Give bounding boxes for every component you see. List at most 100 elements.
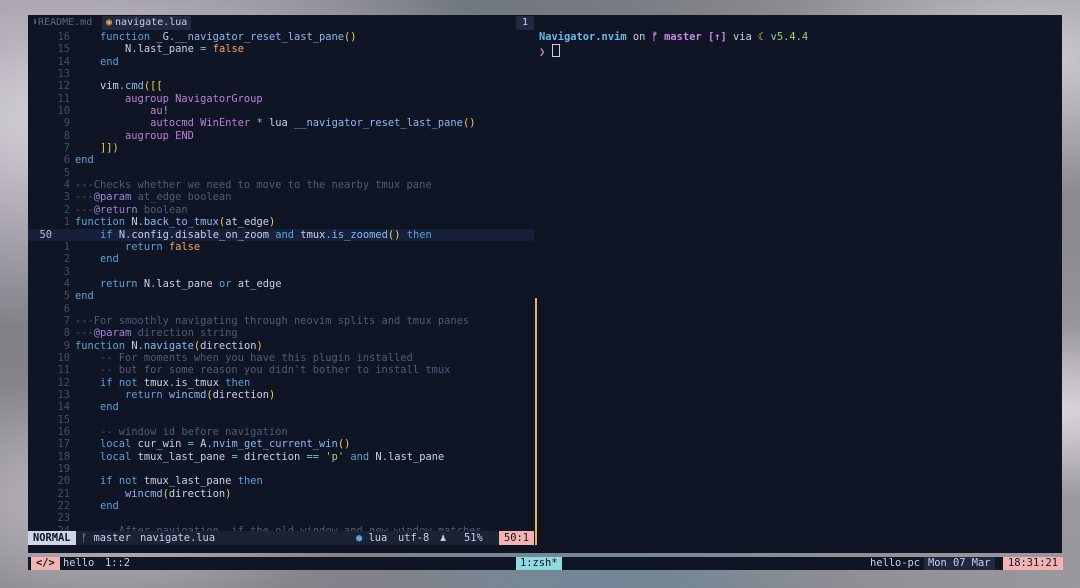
line-number: 4 bbox=[63, 179, 70, 192]
code-line[interactable]: 10 -- For moments when you have this plu… bbox=[28, 352, 534, 364]
line-number: 2 bbox=[63, 203, 70, 216]
line-text: if not tmux_last_pane then bbox=[100, 475, 263, 488]
line-number: 1 bbox=[63, 240, 70, 253]
code-line[interactable]: 3 bbox=[28, 266, 534, 278]
pane-divider[interactable] bbox=[535, 298, 537, 545]
line-text: local cur_win = A.nvim_get_current_win() bbox=[100, 438, 351, 451]
shell-branch: master bbox=[664, 31, 702, 43]
buffer-tab-readme[interactable]: ⬇README.md bbox=[28, 16, 96, 30]
lua-version: v5.4.4 bbox=[770, 31, 809, 43]
code-line[interactable]: 11 augroup NavigatorGroup bbox=[28, 93, 534, 105]
code-line[interactable]: 4 return N.last_pane or at_edge bbox=[28, 278, 534, 290]
line-number: 4 bbox=[63, 277, 70, 290]
code-line[interactable]: 7 ]]) bbox=[28, 142, 534, 154]
line-text: end bbox=[100, 401, 119, 414]
line-text: ---Checks whether we need to move to the… bbox=[75, 179, 432, 192]
line-number: 20 bbox=[57, 475, 70, 488]
ahead-indicator: [↑] bbox=[707, 31, 727, 43]
mode-indicator: NORMAL bbox=[28, 531, 76, 545]
line-number: 11 bbox=[57, 92, 70, 105]
line-text: -- but for some reason you didn't bother… bbox=[75, 364, 451, 377]
line-number: 15 bbox=[57, 413, 70, 426]
directory-name: Navigator.nvim bbox=[539, 31, 627, 43]
clock: 18:31:21 bbox=[1003, 557, 1064, 570]
line-text: augroup NavigatorGroup bbox=[125, 92, 263, 105]
code-editor[interactable]: 16 function _G.__navigator_reset_last_pa… bbox=[28, 31, 534, 537]
code-line[interactable]: 3 ---@param at_edge boolean bbox=[28, 191, 534, 203]
line-number: 1 bbox=[63, 216, 70, 229]
file-name: navigate.lua bbox=[140, 532, 216, 544]
line-number: 5 bbox=[63, 290, 70, 303]
code-line[interactable]: 1 function N.back_to_tmux(at_edge) bbox=[28, 216, 534, 228]
code-line[interactable]: 14 end bbox=[28, 401, 534, 413]
vim-statusline: NORMAL ᚠ master navigate.lua ● lua utf-8… bbox=[28, 531, 534, 545]
line-text: return wincmd(direction) bbox=[125, 388, 276, 401]
line-number: 7 bbox=[63, 314, 70, 327]
code-line[interactable]: 7 ---For smoothly navigating through neov… bbox=[28, 315, 534, 327]
code-line[interactable]: 8 augroup END bbox=[28, 130, 534, 142]
code-line[interactable]: 8 ---@param direction string bbox=[28, 327, 534, 339]
text-cursor bbox=[551, 44, 560, 57]
line-number: 19 bbox=[57, 463, 70, 476]
line-text: autocmd WinEnter * lua __navigator_reset… bbox=[150, 117, 476, 130]
line-text: wincmd(direction) bbox=[125, 487, 232, 500]
prompt-info: Navigator.nvim on ᚠ master [↑] via ☾ v5.… bbox=[539, 31, 809, 43]
line-number: 8 bbox=[63, 129, 70, 142]
code-line[interactable]: 23 bbox=[28, 512, 534, 524]
code-line[interactable]: 5 end bbox=[28, 290, 534, 302]
code-line[interactable]: 5 bbox=[28, 167, 534, 179]
code-line[interactable]: 14 end bbox=[28, 56, 534, 68]
line-number: 5 bbox=[63, 166, 70, 179]
code-line[interactable]: 4 ---Checks whether we need to move to th… bbox=[28, 179, 534, 191]
code-line[interactable]: 21 wincmd(direction) bbox=[28, 488, 534, 500]
code-line[interactable]: 9 autocmd WinEnter * lua __navigator_res… bbox=[28, 117, 534, 129]
code-line[interactable]: 18 local tmux_last_pane = direction == '… bbox=[28, 451, 534, 463]
line-text: local tmux_last_pane = direction == 'p' … bbox=[100, 450, 445, 463]
encoding: utf-8 bbox=[398, 532, 430, 544]
code-line[interactable]: 1 return false bbox=[28, 241, 534, 253]
date: Mon 07 Mar bbox=[924, 557, 995, 570]
line-number: 2 bbox=[63, 253, 70, 266]
line-text: ---@param at_edge boolean bbox=[75, 191, 232, 204]
code-line[interactable]: 2 ---@return boolean bbox=[28, 204, 534, 216]
line-text: ---@param direction string bbox=[75, 327, 238, 340]
buffer-tab-navigate[interactable]: ◉ navigate.lua bbox=[102, 16, 192, 30]
code-icon: </> bbox=[31, 557, 60, 570]
code-line[interactable]: 15 N.last_pane = false bbox=[28, 43, 534, 55]
line-text: return N.last_pane or at_edge bbox=[100, 277, 282, 290]
code-line[interactable]: 9 function N.navigate(direction) bbox=[28, 340, 534, 352]
code-line[interactable]: 6 end bbox=[28, 154, 534, 166]
prompt-input[interactable]: ❯ bbox=[539, 44, 1059, 58]
line-text: ]]) bbox=[100, 142, 119, 155]
code-line[interactable]: 16 function _G.__navigator_reset_last_pa… bbox=[28, 31, 534, 43]
line-number: 7 bbox=[63, 142, 70, 155]
line-number: 14 bbox=[57, 401, 70, 414]
code-line[interactable]: 11 -- but for some reason you didn't bot… bbox=[28, 364, 534, 376]
line-number: 18 bbox=[57, 450, 70, 463]
line-number: 21 bbox=[57, 487, 70, 500]
line-text: -- For moments when you have this plugin… bbox=[75, 351, 413, 364]
line-number: 22 bbox=[57, 500, 70, 513]
code-line[interactable]: 15 bbox=[28, 414, 534, 426]
line-number: 10 bbox=[57, 351, 70, 364]
code-line[interactable]: 12 vim.cmd([[ bbox=[28, 80, 534, 92]
code-line[interactable]: 10 au! bbox=[28, 105, 534, 117]
buffer-tabline: ⬇README.md ◉ navigate.lua 1 bbox=[28, 15, 1062, 31]
code-line[interactable]: 6 bbox=[28, 303, 534, 315]
code-line[interactable]: 17 local cur_win = A.nvim_get_current_wi… bbox=[28, 438, 534, 450]
code-line[interactable]: 16 -- window id before navigation bbox=[28, 426, 534, 438]
code-line[interactable]: 12 if not tmux.is_tmux then bbox=[28, 377, 534, 389]
code-line[interactable]: 13 return wincmd(direction) bbox=[28, 389, 534, 401]
hostname: hello-pc bbox=[870, 557, 921, 569]
tmux-window-tab[interactable]: 1:zsh* bbox=[516, 557, 562, 570]
lua-icon: ● bbox=[356, 532, 369, 544]
current-code-line[interactable]: 50 if N.config.disable_on_zoom and tmux.… bbox=[28, 228, 534, 241]
code-line[interactable]: 20 if not tmux_last_pane then bbox=[28, 475, 534, 487]
line-text: au! bbox=[150, 105, 169, 118]
shell-pane[interactable]: Navigator.nvim on ᚠ master [↑] via ☾ v5.… bbox=[539, 31, 1059, 58]
code-line[interactable]: 19 bbox=[28, 463, 534, 475]
code-line[interactable]: 13 bbox=[28, 68, 534, 80]
code-line[interactable]: 22 end bbox=[28, 500, 534, 512]
cursor-position: 50:1 bbox=[498, 531, 534, 545]
code-line[interactable]: 2 end bbox=[28, 253, 534, 265]
